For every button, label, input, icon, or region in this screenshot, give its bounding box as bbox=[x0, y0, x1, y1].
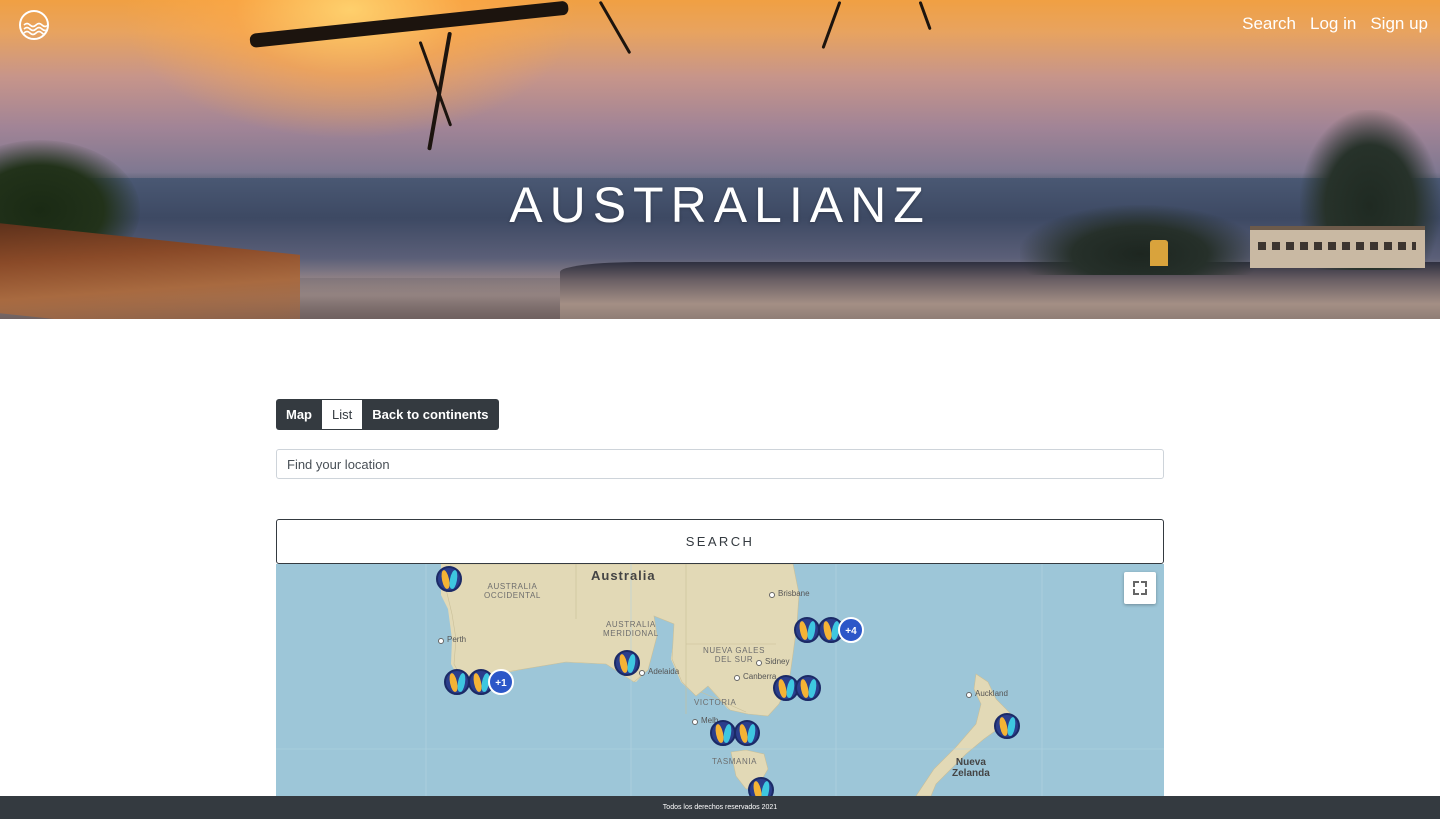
city-brisbane: Brisbane bbox=[769, 589, 810, 598]
city-adelaida: Adelaida bbox=[638, 667, 680, 676]
list-view-button[interactable]: List bbox=[322, 399, 363, 430]
country-label-australia: Australia bbox=[591, 568, 656, 583]
surf-spot-marker[interactable] bbox=[748, 777, 774, 796]
nav-login-link[interactable]: Log in bbox=[1310, 14, 1356, 34]
surf-spot-marker[interactable] bbox=[994, 713, 1020, 739]
search-button[interactable]: SEARCH bbox=[276, 519, 1164, 564]
location-search-input[interactable] bbox=[276, 449, 1164, 479]
city-perth: Perth bbox=[437, 635, 467, 644]
site-logo[interactable] bbox=[19, 10, 49, 40]
sun-glow bbox=[120, 0, 580, 140]
nav-search-link[interactable]: Search bbox=[1242, 14, 1296, 34]
fullscreen-icon bbox=[1141, 581, 1147, 587]
main-content: Map List Back to continents SEARCH bbox=[276, 399, 1164, 564]
pandanus-leaf bbox=[598, 0, 632, 55]
nav-signup-link[interactable]: Sign up bbox=[1370, 14, 1428, 34]
map-view-button[interactable]: Map bbox=[276, 399, 322, 430]
top-nav: Search Log in Sign up bbox=[1242, 14, 1428, 34]
fullscreen-icon bbox=[1133, 581, 1139, 587]
city-sidney: Sidney bbox=[755, 657, 790, 666]
hero-banner: AUSTRALIANZ bbox=[0, 0, 1440, 319]
pandanus-leaf bbox=[918, 0, 932, 31]
fullscreen-icon bbox=[1133, 589, 1139, 595]
surf-spot-marker[interactable] bbox=[614, 650, 640, 676]
surf-spot-marker[interactable] bbox=[734, 720, 760, 746]
beach bbox=[560, 262, 1440, 319]
view-toggle: Map List Back to continents bbox=[276, 399, 1164, 430]
footer: Todos los derechos reservados 2021 bbox=[0, 796, 1440, 819]
surf-spot-marker[interactable] bbox=[794, 617, 820, 643]
back-to-continents-button[interactable]: Back to continents bbox=[362, 399, 499, 430]
surf-spot-marker[interactable] bbox=[444, 669, 470, 695]
spot-cluster-east[interactable]: +4 bbox=[838, 617, 864, 643]
fullscreen-icon bbox=[1141, 589, 1147, 595]
page-title: AUSTRALIANZ bbox=[509, 177, 931, 233]
region-label-meridional: AUSTRALIA MERIDIONAL bbox=[603, 620, 659, 638]
waves-icon bbox=[23, 22, 47, 36]
surf-spot-marker[interactable] bbox=[710, 720, 736, 746]
surf-spot-marker[interactable] bbox=[436, 566, 462, 592]
city-auckland: Auckland bbox=[966, 689, 1008, 698]
spots-map[interactable]: Australia AUSTRALIA OCCIDENTAL AUSTRALIA M… bbox=[276, 564, 1164, 796]
pandanus-leaf bbox=[821, 0, 842, 49]
fullscreen-button[interactable] bbox=[1124, 572, 1156, 604]
city-canberra: Canberra bbox=[733, 672, 777, 681]
region-label-occidental: AUSTRALIA OCCIDENTAL bbox=[484, 582, 541, 600]
copyright-text: Todos los derechos reservados 2021 bbox=[662, 804, 778, 811]
spot-cluster-west[interactable]: +1 bbox=[488, 669, 514, 695]
surf-spot-marker[interactable] bbox=[795, 675, 821, 701]
region-label-victoria: VICTORIA bbox=[694, 698, 737, 707]
country-label-nz: Nueva Zelanda bbox=[952, 757, 990, 779]
region-label-tasmania: TASMANIA bbox=[712, 757, 758, 766]
lifeguard-tower bbox=[1150, 240, 1168, 266]
